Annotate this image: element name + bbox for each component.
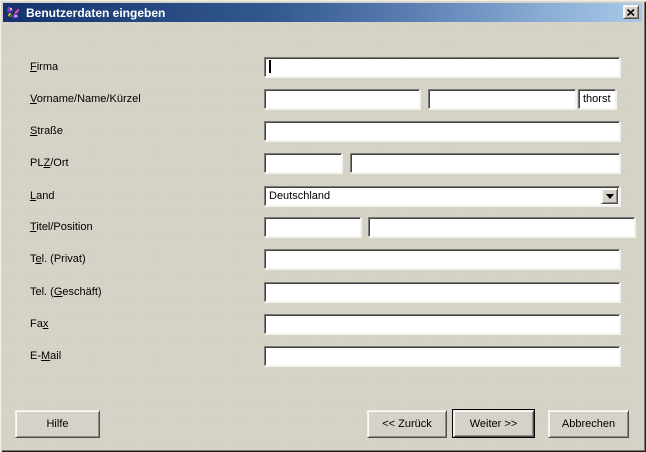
vorname-input[interactable] [264,89,420,109]
label-part: Tel. ( [30,286,54,298]
tel-privat-input[interactable] [264,249,620,269]
label-accesskey: x [43,318,49,330]
label-fax: Fax [30,318,48,330]
plz-input[interactable] [264,153,342,173]
label-accesskey: F [30,61,37,73]
label-titel-position: Titel/Position [30,221,93,233]
label-firma: Firma [30,61,58,73]
close-button[interactable] [623,5,639,19]
label-land: Land [30,190,54,202]
label-part: and [36,190,54,202]
titel-input[interactable] [264,217,361,237]
email-input[interactable] [264,346,620,366]
label-part: l. (Privat) [42,253,86,265]
position-input[interactable] [368,217,635,237]
tel-geschaeft-input[interactable] [264,282,620,302]
window-title: Benutzerdaten eingeben [26,6,165,20]
hilfe-button[interactable]: Hilfe [15,410,100,438]
strasse-input[interactable] [264,121,620,141]
dropdown-arrow-button[interactable] [601,188,618,204]
zurueck-button[interactable]: << Zurück [367,410,447,438]
text-caret [269,60,271,73]
weiter-button[interactable]: Weiter >> [452,409,535,438]
label-part: itel/Position [36,221,92,233]
label-plz-ort: PLZ/Ort [30,157,69,169]
label-part: irma [37,61,58,73]
label-tel-geschaeft: Tel. (Geschäft) [30,286,102,298]
field-value: thorst [583,93,611,105]
chevron-down-icon [606,194,614,203]
abbrechen-button[interactable]: Abbrechen [548,410,629,438]
titlebar[interactable]: Benutzerdaten eingeben [3,3,642,22]
kuerzel-input[interactable]: thorst [578,89,616,109]
label-tel-privat: Tel. (Privat) [30,253,86,265]
label-part: /Ort [50,157,68,169]
selected-value: Deutschland [269,190,330,202]
label-vorname-name-kuerzel: Vorname/Name/Kürzel [30,93,141,105]
label-accesskey: M [41,350,50,362]
label-part: ail [50,350,61,362]
name-input[interactable] [428,89,576,109]
label-part: Fa [30,318,43,330]
label-accesskey: V [30,93,37,105]
butterfly-app-icon [6,5,21,20]
close-icon [627,9,635,16]
label-part: traße [37,125,63,137]
label-email: E-Mail [30,350,61,362]
label-part: orname/Name/Kürzel [37,93,141,105]
label-part: eschäft) [62,286,101,298]
firma-input[interactable] [264,57,620,77]
label-strasse: Straße [30,125,63,137]
fax-input[interactable] [264,314,620,334]
land-select[interactable]: Deutschland [264,186,620,206]
label-part: PL [30,157,43,169]
ort-input[interactable] [350,153,620,173]
benutzerdaten-dialog: Benutzerdaten eingeben Firma Vorname/Nam… [0,0,646,452]
label-part: E- [30,350,41,362]
